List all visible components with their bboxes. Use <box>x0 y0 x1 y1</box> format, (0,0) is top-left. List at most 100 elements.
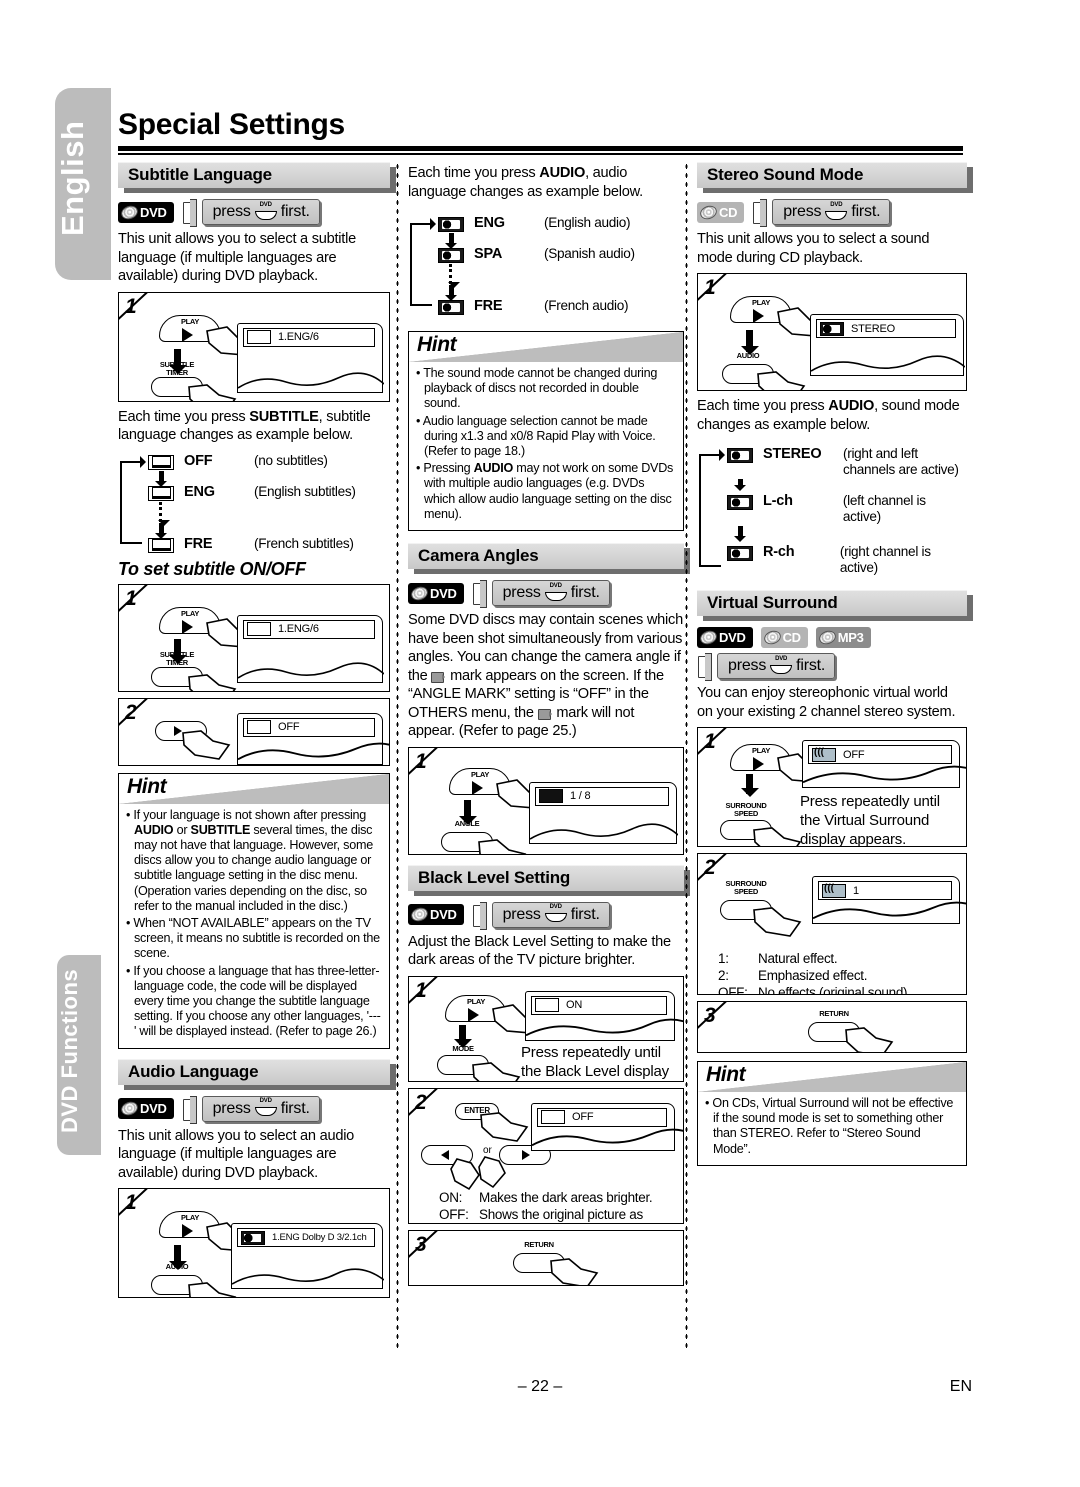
flow-code: SPA <box>474 246 503 262</box>
side-tab-english: English <box>55 88 111 280</box>
disc-icon <box>119 202 140 222</box>
hint-item: When “NOT AVAILABLE” appears on the TV s… <box>126 916 382 962</box>
step-box-onoff-1: 1 PLAY SUBTITLE TIMER 1.ENG/6 <box>118 583 390 692</box>
tv-edge-squiggle <box>532 1128 683 1146</box>
flow-loop-arrow <box>120 455 146 544</box>
dvd-button-icon: DVD <box>770 656 793 674</box>
step-number: 1 <box>125 294 137 318</box>
flow-arrow <box>727 479 753 491</box>
audio-key-label: AUDIO <box>165 1262 189 1272</box>
flow-desc: (Spanish audio) <box>544 246 635 261</box>
black-level-intro: Adjust the Black Level Setting to make t… <box>408 933 671 969</box>
hint-item: Audio language selection cannot be made … <box>416 414 676 460</box>
step-number: 1 <box>415 749 427 773</box>
press-dvd-first-callout: press DVD first. <box>201 199 320 225</box>
hint-box-audio: Hint The sound mode cannot be changed du… <box>408 331 684 532</box>
flow-row: FRE (French subtitles) <box>148 536 390 553</box>
section-title: Black Level Setting <box>418 867 571 887</box>
tv-edge-squiggle <box>238 661 384 679</box>
camera-osd-icon <box>539 789 563 804</box>
press-first-row-virtual: press DVD first. <box>697 653 967 681</box>
section-header-subtitle-language: Subtitle Language <box>118 162 396 193</box>
section-header-black-level: Black Level Setting <box>408 864 690 896</box>
stereo-after-text: Each time you press AUDIO, sound mode ch… <box>697 398 960 433</box>
hint-item: If you choose a language that has three-… <box>126 964 382 1040</box>
subtitle-after-text: Each time you press SUBTITLE, subtitle l… <box>118 408 371 444</box>
step-number: 2 <box>125 700 137 724</box>
step-number: 1 <box>415 978 427 1002</box>
column-left: Subtitle Language DVD press DVD first. T… <box>118 162 396 1304</box>
return-key-label: RETURN <box>819 1009 849 1018</box>
option-row: 2: Emphasized effect. <box>718 968 868 983</box>
osd-display-onoff: 1.ENG/6 <box>237 614 384 683</box>
hint-title: Hint <box>417 333 457 356</box>
flow-desc: (English audio) <box>544 215 631 230</box>
angle-mark-icon <box>537 707 553 720</box>
flow-desc: (left channel is active) <box>842 493 926 524</box>
black-level-osd-icon <box>541 1110 565 1125</box>
osd-display-audio: 1.ENG Dolby D 3/2.1ch <box>231 1223 384 1290</box>
dvd-button-icon: DVD <box>544 583 567 601</box>
disc-badge-mp3: MP3 <box>815 627 871 648</box>
step-number: 2 <box>415 1090 427 1114</box>
tv-edge-squiggle <box>232 1268 384 1285</box>
subtitle-osd-icon <box>247 330 271 344</box>
hint-box-virtual-surround: Hint On CDs, Virtual Surround will not b… <box>697 1061 967 1166</box>
callout-tail <box>472 580 487 609</box>
disc-badges-black-level: DVD press DVD first. <box>408 901 684 930</box>
callout-tail <box>472 901 487 930</box>
step-box-subtitle-1: 1 PLAY SUBTITLE TIMER 1.ENG/6 <box>118 291 390 402</box>
disc-icon <box>761 628 783 647</box>
option-row: OFF: No effects (original sound). <box>718 985 911 995</box>
disc-badge-dvd: DVD <box>697 627 753 648</box>
flow-arrow <box>727 526 753 542</box>
flow-code: OFF <box>184 452 213 469</box>
step-number: 1 <box>125 586 137 610</box>
page-title: Special Settings <box>118 108 345 141</box>
flow-arrow <box>148 522 174 539</box>
section-title: Virtual Surround <box>707 593 838 612</box>
section-title: Audio Language <box>128 1061 259 1081</box>
disc-badge-dvd: DVD <box>408 904 464 926</box>
flow-row: SPA (Spanish audio) <box>438 246 684 263</box>
disc-badges-subtitle: DVD press DVD first. <box>118 199 390 227</box>
osd-display-off: OFF <box>237 712 389 765</box>
tv-edge-squiggle <box>238 742 389 760</box>
callout-tail <box>182 1095 197 1124</box>
option-row: 1: Natural effect. <box>718 951 838 966</box>
flow-loop-arrow <box>410 218 436 306</box>
flow-code: FRE <box>474 298 503 314</box>
disc-badge-dvd: DVD <box>408 582 464 604</box>
dvd-button-icon: DVD <box>254 1098 277 1117</box>
column-right: Stereo Sound Mode CD press DVD first. Th… <box>697 162 973 1173</box>
flow-desc: (right channel is active) <box>839 544 931 575</box>
title-rule <box>118 146 963 151</box>
step-box-audio-1: 1 PLAY AUDIO 1.ENG Dolby D 3/2.1ch <box>118 1188 390 1299</box>
flow-code: ENG <box>184 483 215 500</box>
stereo-flow-list: STEREO (right and left channels are acti… <box>697 446 967 576</box>
tv-edge-squiggle <box>530 822 678 840</box>
hint-item: On CDs, Virtual Surround will not be eff… <box>705 1096 959 1157</box>
disc-badges-camera: DVD press DVD first. <box>408 580 684 609</box>
osd-text: STEREO <box>851 322 896 335</box>
step-box-black-1: 1 PLAY MODE ON Press repeatedly until th… <box>408 975 684 1082</box>
osd-display-black-on: ON <box>525 990 683 1041</box>
audio-flow-intro: Each time you press AUDIO, audio languag… <box>408 165 643 200</box>
step-number: 1 <box>704 276 716 299</box>
hand-pointer <box>549 1257 601 1285</box>
stereo-intro: This unit allows you to select a sound m… <box>697 231 930 266</box>
return-key-label: RETURN <box>524 1239 554 1249</box>
virtual-step1-note: Press repeatedly until the Virtual Surro… <box>800 793 940 847</box>
audio-osd-icon <box>820 321 844 336</box>
column-middle: Each time you press AUDIO, audio languag… <box>408 162 690 1292</box>
surround-speed-key-label: SURROUND SPEED <box>725 801 767 818</box>
osd-display-stereo: STEREO <box>810 314 965 376</box>
black-level-options: ON: Makes the dark areas brighter. OFF: Sh… <box>439 1189 683 1223</box>
hand-pointer <box>752 826 804 846</box>
mode-key-label: MODE <box>452 1043 474 1053</box>
step-box-virtual-2: 2 SURROUND SPEED 1 1:Natural effect. 2:E… <box>697 853 967 995</box>
audio-language-intro: This unit allows you to select an audio … <box>118 1127 355 1181</box>
disc-icon <box>698 202 719 222</box>
osd-display-subtitle: 1.ENG/6 <box>237 322 384 393</box>
dvd-button-icon: DVD <box>544 904 567 923</box>
